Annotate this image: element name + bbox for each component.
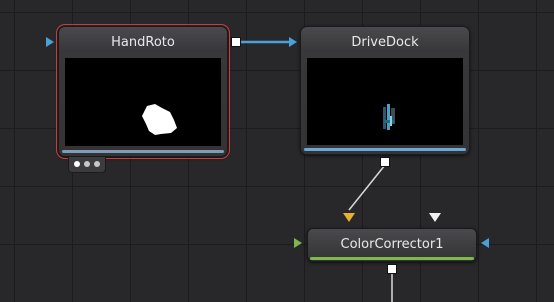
cc-white-input-triangle-icon[interactable] xyxy=(429,213,441,222)
node-status-bar xyxy=(310,257,474,260)
node-preview xyxy=(65,58,221,146)
node-handroto[interactable]: HandRoto xyxy=(56,24,230,159)
cc-blue-input-triangle-icon[interactable] xyxy=(481,238,489,248)
drivedock-preview-image xyxy=(383,104,395,130)
node-drivedock[interactable]: DriveDock xyxy=(300,26,470,155)
drivedock-input-triangle-icon[interactable] xyxy=(289,37,297,47)
node-title: HandRoto xyxy=(111,35,175,50)
handroto-output-square-icon[interactable] xyxy=(231,37,241,47)
node-colorcorrector[interactable]: ColorCorrector1 xyxy=(307,228,477,262)
node-expander-dots-icon[interactable] xyxy=(68,156,106,173)
colorcorrector-output-square-icon[interactable] xyxy=(387,264,397,274)
node-preview xyxy=(307,58,463,145)
node-title: ColorCorrector1 xyxy=(340,237,444,252)
wire-drivedock-to-colorcorrector[interactable] xyxy=(348,164,386,211)
handroto-input-triangle-icon[interactable] xyxy=(46,37,54,47)
cc-yellow-input-triangle-icon[interactable] xyxy=(343,213,355,222)
node-status-bar xyxy=(62,150,224,153)
node-status-bar xyxy=(304,148,466,151)
roto-mask-shape xyxy=(142,104,177,135)
drivedock-output-square-icon[interactable] xyxy=(380,157,390,167)
cc-green-input-triangle-icon[interactable] xyxy=(294,238,302,248)
node-title: DriveDock xyxy=(351,35,419,50)
